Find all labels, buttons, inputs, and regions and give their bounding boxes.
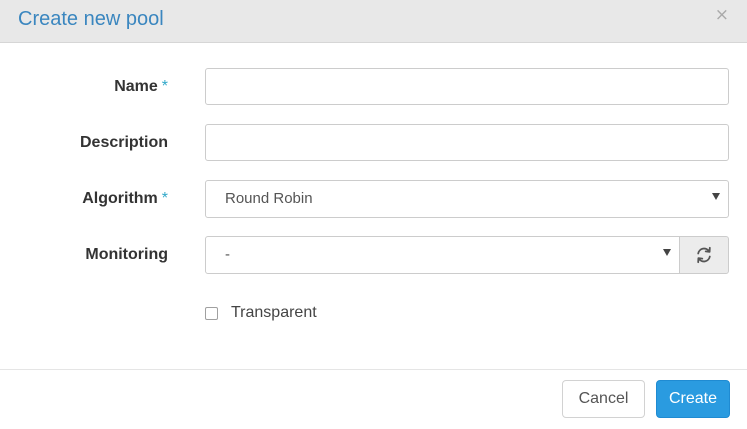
algorithm-row: Algorithm * Round Robin	[0, 180, 747, 218]
cancel-button[interactable]: Cancel	[562, 380, 645, 418]
description-row: Description	[0, 124, 747, 162]
description-label-text: Description	[79, 134, 168, 151]
description-input[interactable]	[205, 124, 729, 161]
monitoring-row: Monitoring -	[0, 236, 747, 274]
name-row: Name *	[0, 68, 747, 106]
close-button[interactable]: ×	[715, 5, 729, 25]
description-label: Description	[80, 134, 168, 152]
refresh-icon	[697, 246, 711, 264]
algorithm-selected-value: Round Robin	[225, 190, 313, 207]
algorithm-label-text: Algorithm	[82, 190, 158, 207]
required-mark: *	[161, 190, 168, 207]
caret-down-icon	[663, 249, 671, 256]
required-mark: *	[161, 78, 168, 95]
monitoring-label: Monitoring	[85, 246, 168, 264]
monitoring-label-text: Monitoring	[85, 246, 168, 263]
caret-down-icon	[712, 193, 720, 200]
name-label-text: Name	[114, 78, 158, 95]
algorithm-label: Algorithm *	[82, 190, 168, 208]
transparent-label[interactable]: Transparent	[231, 304, 317, 322]
name-input[interactable]	[205, 68, 729, 105]
dialog-title: Create new pool	[18, 8, 164, 30]
name-label: Name *	[114, 78, 168, 96]
algorithm-select[interactable]: Round Robin	[205, 180, 729, 218]
dialog-header: Create new pool ×	[0, 0, 747, 43]
create-pool-dialog: Create new pool × Name * Description Algo…	[0, 0, 747, 429]
create-button[interactable]: Create	[656, 380, 730, 418]
refresh-monitors-button[interactable]	[679, 236, 729, 274]
dialog-footer: Cancel Create	[0, 369, 747, 429]
monitoring-selected-value: -	[225, 246, 230, 263]
transparent-checkbox[interactable]	[205, 307, 218, 320]
monitoring-select[interactable]: -	[205, 236, 680, 274]
